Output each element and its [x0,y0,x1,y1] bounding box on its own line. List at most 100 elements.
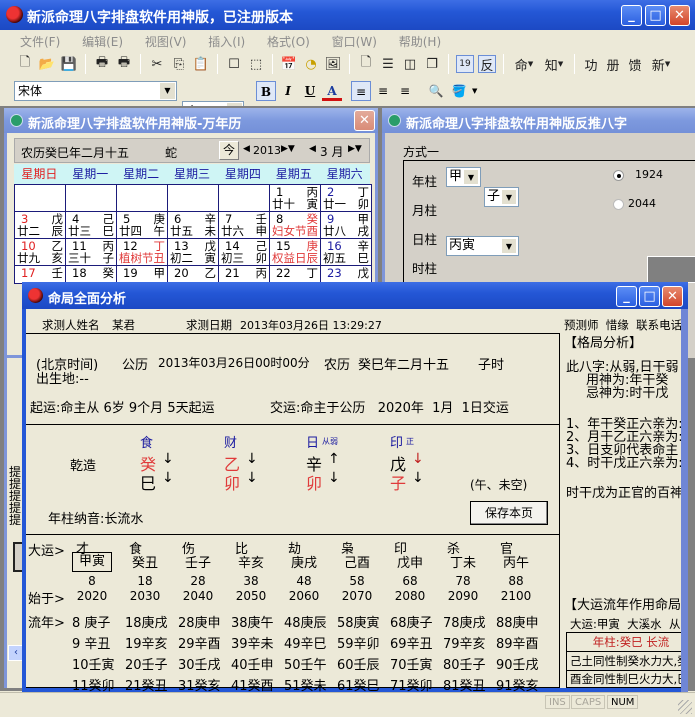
menu-view[interactable]: 视图(V) [145,35,187,49]
reverse-submit-button[interactable] [647,256,695,283]
kui-button[interactable]: 馈 [626,55,644,74]
next-year-button[interactable]: ▶▼ [281,144,295,154]
font-color-button[interactable]: A [322,81,342,101]
right-panel-scrollbar[interactable] [681,309,688,692]
align-right-button[interactable]: ≡ [395,81,415,101]
print-preview-icon[interactable]: 🖶 [115,55,133,73]
copy-icon[interactable]: ⎘ [170,55,188,73]
calendar-day-cell[interactable]: 21 丙 [218,265,270,284]
calendar-day-cell[interactable]: 17 壬 [14,265,66,284]
underline-button[interactable]: U [300,81,320,101]
chevron-down-icon[interactable]: ▼ [472,87,477,95]
date-icon[interactable]: 📅 [280,55,298,73]
menu-help[interactable]: 帮助(H) [399,35,441,49]
paste-icon[interactable]: 📋 [192,55,210,73]
calendar-day-cell[interactable]: 5 庚廿四午 [116,211,168,239]
calendar-day-cell[interactable]: 7 壬廿六申 [218,211,270,239]
calendar-day-cell[interactable]: 23 戊 [320,265,372,284]
calendar-day-cell[interactable]: 14 己初三卯 [218,238,270,266]
calendar-day-cell[interactable]: 3 戊廿二辰 [14,211,66,239]
calendar-day-cell[interactable]: 13 戊初二寅 [167,238,219,266]
italic-button[interactable]: I [278,81,298,101]
calendar-day-cell[interactable]: 1 丙廿十寅 [269,184,321,212]
calendar-day-cell[interactable]: 10 乙廿九亥 [14,238,66,266]
calendar-day-cell[interactable]: 22 丁 [269,265,321,284]
dayun-ganzhi[interactable]: 丁未 [443,556,483,571]
dayun-ganzhi[interactable]: 癸丑 [125,556,165,571]
calendar-day-cell[interactable]: 18 癸 [65,265,117,284]
menu-format[interactable]: 格式(O) [267,35,310,49]
year-option-1924-label[interactable]: 1924 [635,168,663,181]
dayun-ganzhi[interactable]: 庚戌 [284,556,324,571]
dayun-ganzhi[interactable]: 辛亥 [231,556,271,571]
calendar-day-cell[interactable]: 8 癸妇女节酉 [269,211,321,239]
month-pillar-select[interactable]: 丙寅 ▼ [446,236,519,256]
close-button[interactable]: ✕ [669,5,690,26]
menu-edit[interactable]: 编辑(E) [82,35,123,49]
year-option-1924-radio[interactable] [613,170,624,181]
calendar-day-cell[interactable]: 2 丁廿一卯 [320,184,372,212]
bold-button[interactable]: B [256,81,276,101]
fill-color-icon[interactable]: 🪣 [449,81,469,101]
dayun-ganzhi[interactable]: 丙午 [496,556,536,571]
new-file-icon[interactable]: 🗋 [16,55,34,73]
dayun-ganzhi[interactable]: 戊申 [390,556,430,571]
year-branch-select[interactable]: 子 ▼ [484,187,519,207]
highlight-icon[interactable]: 🔍 [426,81,446,101]
next-month-button[interactable]: ▶▼ [348,144,362,154]
split-vertical-icon[interactable]: ◫ [401,55,419,73]
month-value[interactable]: 3 月 [320,143,343,160]
year-option-2044-label[interactable]: 2044 [628,197,656,210]
reverse-button[interactable]: 反 [478,55,496,74]
minimize-button[interactable]: _ [621,5,642,26]
print-icon[interactable]: 🖶 [93,55,111,73]
align-left-button[interactable]: ≡ [351,81,371,101]
ming-dropdown[interactable]: 命 ▼ [511,55,537,74]
analysis-maximize-button[interactable]: □ [639,286,660,307]
calendar-day-cell[interactable]: 11 丙三十子 [65,238,117,266]
calendar-button[interactable]: 19 [456,55,474,73]
xin-dropdown[interactable]: 新 ▼ [648,55,674,74]
gong-button[interactable]: 功 [582,55,600,74]
analysis-minimize-button[interactable]: _ [616,286,637,307]
dayun-ganzhi[interactable]: 甲寅 [72,552,112,572]
select-icon[interactable]: ⬚ [247,55,265,73]
save-icon[interactable]: 💾 [60,55,78,73]
year-stem-select[interactable]: 甲 ▼ [446,167,481,187]
calendar-day-cell[interactable]: 12 丁植树节丑 [116,238,168,266]
split-horizontal-icon[interactable]: ☰ [379,55,397,73]
today-button[interactable]: 今 [219,141,239,160]
frame-icon[interactable]: ☐ [225,55,243,73]
dayun-ganzhi[interactable]: 己酉 [337,556,377,571]
cascade-icon[interactable]: ❐ [423,55,441,73]
page-icon[interactable]: 🗋 [357,55,375,73]
prev-year-button[interactable]: ◀ [243,144,250,154]
calendar-day-cell[interactable]: 4 己廿三巳 [65,211,117,239]
picture-icon[interactable]: 🖼 [324,55,342,73]
maximize-button[interactable]: □ [645,5,666,26]
menu-file[interactable]: 文件(F) [20,35,60,49]
calendar-day-cell[interactable]: 19 甲 [116,265,168,284]
zhi-dropdown[interactable]: 知 ▼ [541,55,567,74]
menu-insert[interactable]: 插入(I) [208,35,245,49]
prev-month-button[interactable]: ◀ [309,144,316,154]
calendar-day-cell[interactable]: 6 辛廿五未 [167,211,219,239]
cut-icon[interactable]: ✂ [148,55,166,73]
calendar-day-cell[interactable]: 9 甲廿八戌 [320,211,372,239]
analysis-close-button[interactable]: ✕ [662,286,683,307]
calendar-close-button[interactable]: ✕ [354,110,375,131]
calendar-day-cell[interactable]: 16 辛初五巳 [320,238,372,266]
save-page-button[interactable]: 保存本页 [470,501,548,525]
resize-grip[interactable] [678,700,692,714]
year-value[interactable]: 2013 [253,144,281,157]
calendar-day-cell[interactable]: 15 庚权益日辰 [269,238,321,266]
menu-window[interactable]: 窗口(W) [332,35,377,49]
ce-button[interactable]: 册 [604,55,622,74]
year-option-2044-radio[interactable] [613,199,624,210]
font-name-select[interactable]: 宋体 ▼ [14,81,177,101]
clock-icon[interactable]: ◔ [302,55,320,73]
open-folder-icon[interactable]: 📂 [38,55,56,73]
calendar-day-cell[interactable]: 20 乙 [167,265,219,284]
align-center-button[interactable]: ≡ [373,81,393,101]
dayun-ganzhi[interactable]: 壬子 [178,556,218,571]
